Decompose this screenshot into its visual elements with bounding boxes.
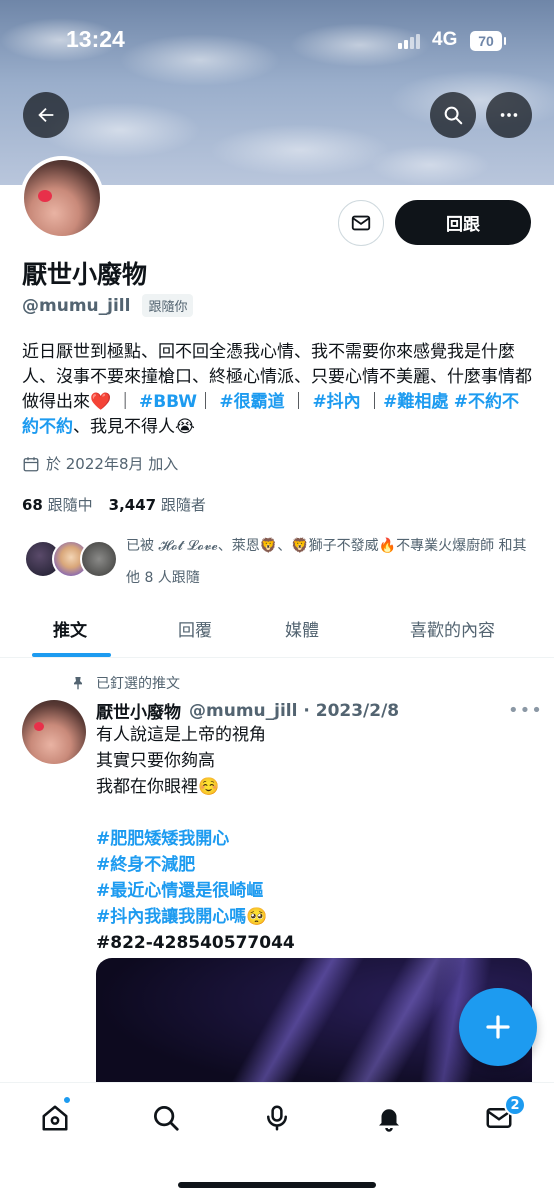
search-button[interactable]	[430, 92, 476, 138]
tab-tweets[interactable]: 推文	[53, 616, 87, 641]
microphone-icon	[267, 1105, 287, 1131]
follows-you-badge: 跟隨你	[142, 294, 194, 317]
pin-icon	[74, 677, 82, 690]
tweet-line: 我都在你眼裡☺️	[96, 777, 220, 797]
mutual-followers-avatars[interactable]	[24, 538, 118, 582]
pinned-label: 已釘選的推文	[70, 673, 180, 693]
nav-spaces[interactable]	[260, 1101, 294, 1135]
bio-text: ｜	[284, 392, 313, 412]
mutual-followers-text[interactable]: 已被 𝓗𝓸𝓽 𝓛𝓸𝓿𝓮、萊恩🦁、🦁獅子不發威🔥不專業火爆廚師 和其他 8 人跟隨	[126, 530, 536, 594]
hashtag-link[interactable]: #很霸道	[219, 392, 284, 412]
hashtag-link[interactable]: #終身不減肥	[96, 852, 526, 878]
handle-row: @mumu_jill 跟隨你	[22, 294, 194, 317]
search-icon	[444, 106, 463, 125]
plus-icon	[486, 1015, 510, 1039]
hashtag-link[interactable]: #最近心情還是很崎嶇	[96, 878, 526, 904]
nav-search[interactable]	[149, 1101, 183, 1135]
following-link[interactable]: 68 跟隨中	[22, 494, 93, 515]
arrow-left-icon	[38, 107, 54, 123]
tweet-header: 厭世小廢物 @mumu_jill · 2023/2/8	[96, 698, 399, 724]
battery-icon: 70	[470, 31, 506, 51]
bell-icon	[379, 1109, 399, 1132]
status-bar: 13:24 4G 70	[0, 0, 554, 80]
follow-back-button[interactable]: 回跟	[395, 200, 531, 245]
tweet-author-name[interactable]: 厭世小廢物	[96, 698, 181, 723]
hashtag-link[interactable]: #難相處	[383, 392, 448, 412]
tweet-line: 有人說這是上帝的視角	[96, 725, 266, 745]
signal-icon	[398, 33, 422, 49]
profile-bio: 近日厭世到極點、回不回全憑我心情、我不需要你來感覺我是什麼人、沒事不要來撞槍口、…	[22, 340, 532, 440]
pinned-label-text: 已釘選的推文	[96, 676, 180, 692]
tab-indicator	[32, 653, 111, 657]
bio-text: ｜	[360, 392, 384, 412]
more-horizontal-icon	[500, 113, 518, 117]
search-icon	[154, 1106, 179, 1131]
join-date-text: 於 2022年8月 加入	[46, 455, 179, 473]
tab-media[interactable]: 媒體	[285, 616, 319, 641]
bio-text: 、我見不得人😭	[73, 417, 195, 437]
envelope-icon	[351, 215, 371, 231]
tweet-author-avatar[interactable]	[22, 700, 86, 764]
tweet-meta[interactable]: @mumu_jill · 2023/2/8	[189, 701, 399, 721]
hashtag-link[interactable]: #肥肥矮矮我開心	[96, 826, 526, 852]
status-time: 13:24	[66, 26, 125, 52]
hashtag-link[interactable]: #BBW	[139, 392, 197, 412]
profile-tabs: 推文 回覆 媒體 喜歡的內容	[0, 600, 554, 658]
more-button[interactable]	[486, 92, 532, 138]
calendar-icon	[23, 456, 39, 471]
bio-text: ｜	[196, 392, 220, 412]
home-notification-dot	[62, 1095, 72, 1105]
profile-avatar[interactable]	[20, 156, 104, 240]
tweet-line: #822-428540577044	[96, 933, 295, 953]
network-type: 4G	[432, 29, 458, 50]
avatar	[80, 540, 118, 578]
nav-notifications[interactable]	[372, 1101, 406, 1135]
join-date: 於 2022年8月 加入	[22, 453, 178, 474]
follow-counts: 68 跟隨中 3,447 跟隨者	[22, 494, 206, 515]
compose-button[interactable]	[459, 988, 537, 1066]
tab-replies[interactable]: 回覆	[178, 616, 212, 641]
followers-link[interactable]: 3,447 跟隨者	[109, 494, 206, 515]
message-button[interactable]	[338, 200, 384, 246]
hashtag-link[interactable]: #抖內	[312, 392, 360, 412]
tweet-line: 其實只要你夠高	[96, 751, 215, 771]
home-icon	[42, 1105, 68, 1131]
nav-home[interactable]	[38, 1101, 72, 1135]
hashtag-link[interactable]: #抖內我讓我開心嗎🥺	[96, 904, 526, 930]
tab-likes[interactable]: 喜歡的內容	[410, 616, 495, 641]
tweet-text: 有人說這是上帝的視角 其實只要你夠高 我都在你眼裡☺️ #肥肥矮矮我開心 #終身不減肥…	[96, 722, 526, 956]
messages-badge: 2	[504, 1094, 526, 1116]
profile-handle: @mumu_jill	[22, 295, 131, 316]
profile-name: 厭世小廢物	[22, 260, 148, 289]
tweet-line	[96, 800, 526, 826]
home-indicator	[178, 1182, 376, 1188]
back-button[interactable]	[23, 92, 69, 138]
tweet-more-icon[interactable]: •••	[508, 700, 543, 721]
